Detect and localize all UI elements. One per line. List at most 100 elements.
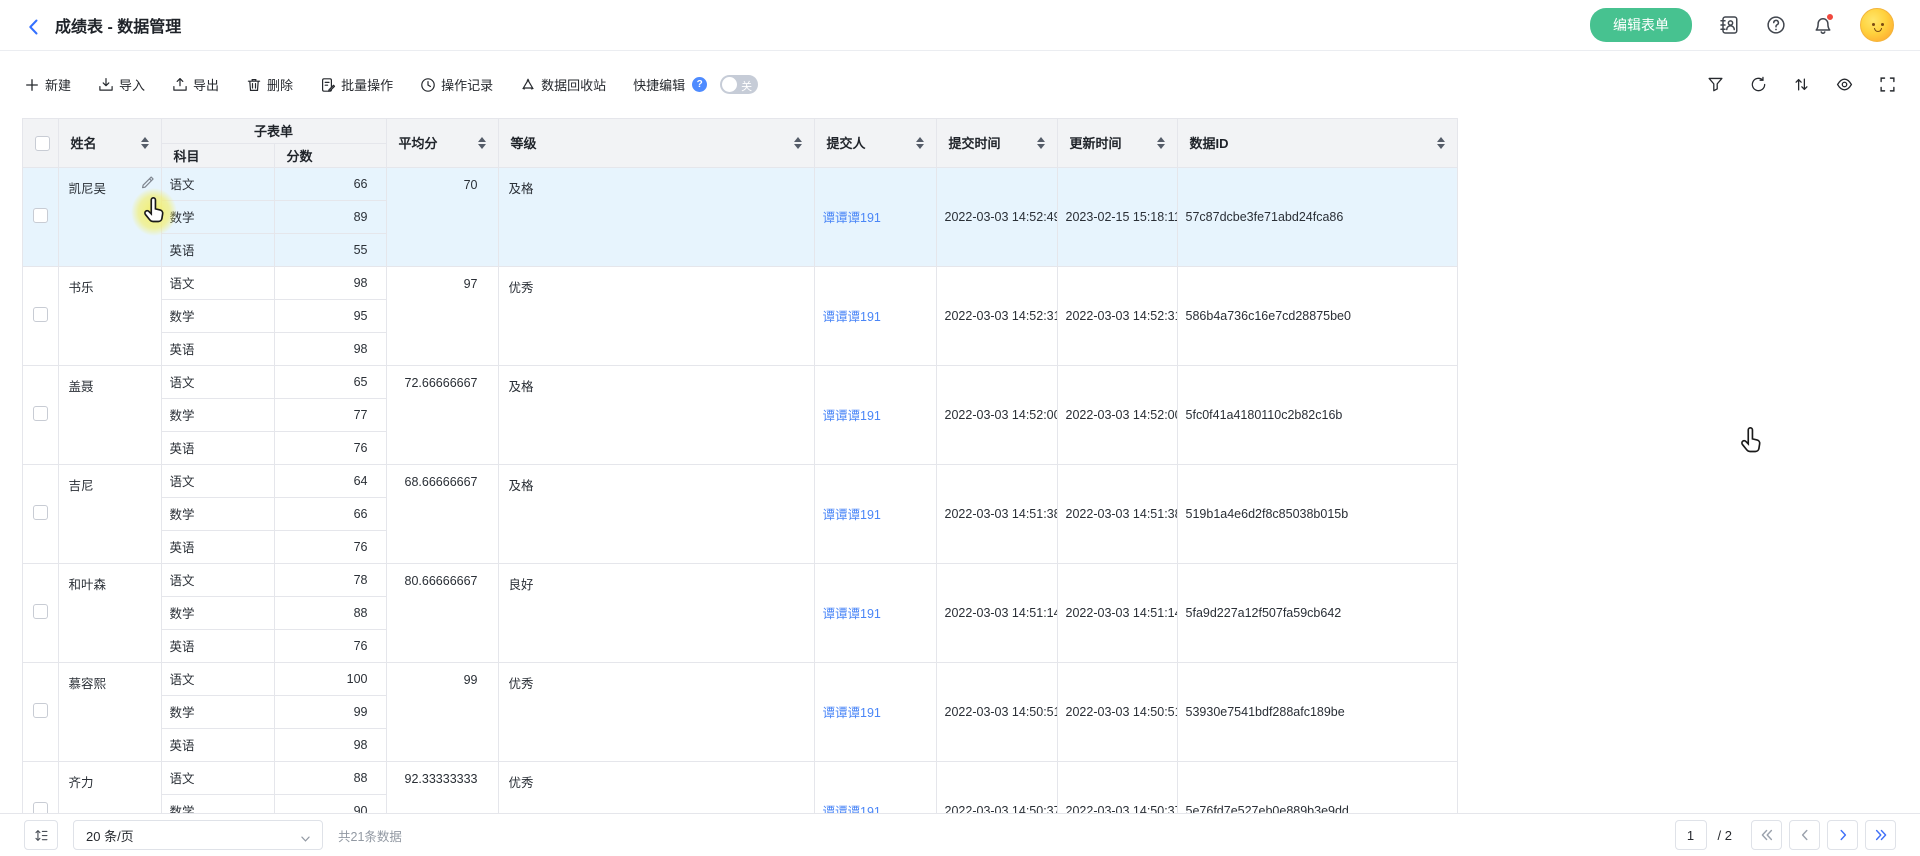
cell-score: 98: [274, 266, 386, 299]
page-size-select[interactable]: 20 条/页: [73, 820, 323, 850]
cell-subject: 数学: [161, 695, 274, 728]
plus-icon: [24, 77, 40, 93]
quick-edit-control: 快捷编辑 ? 关: [633, 75, 758, 94]
cell-average: 97: [386, 266, 498, 365]
submitter-link[interactable]: 谭谭谭191: [823, 607, 881, 621]
cell-grade: 优秀: [498, 761, 814, 813]
cell-subject: 英语: [161, 431, 274, 464]
header-subject[interactable]: 科目: [161, 143, 274, 167]
edit-form-button[interactable]: 编辑表单: [1590, 8, 1692, 42]
cell-submit-time: 2022-03-03 14:52:49: [936, 167, 1057, 266]
header-score[interactable]: 分数: [274, 143, 386, 167]
cell-subject: 数学: [161, 497, 274, 530]
back-icon[interactable]: [26, 17, 42, 34]
row-select-cell: [23, 464, 58, 563]
row-height-button[interactable]: [24, 820, 58, 850]
submitter-link[interactable]: 谭谭谭191: [823, 706, 881, 720]
cell-score: 95: [274, 299, 386, 332]
cell-subject: 语文: [161, 365, 274, 398]
row-checkbox[interactable]: [33, 505, 48, 520]
submitter-link[interactable]: 谭谭谭191: [823, 805, 881, 813]
cell-update-time: 2022-03-03 14:50:37: [1057, 761, 1177, 813]
submitter-link[interactable]: 谭谭谭191: [823, 211, 881, 225]
edit-pencil-icon[interactable]: [141, 175, 157, 191]
table-row[interactable]: 凯尼吴 语文 66 70 及格 谭谭谭191 2022-03-03 14:52:…: [23, 167, 1457, 200]
help-icon[interactable]: [1766, 15, 1786, 35]
cell-subject: 英语: [161, 332, 274, 365]
notification-bell-icon[interactable]: [1813, 15, 1833, 35]
export-button[interactable]: 导出: [172, 75, 219, 94]
cell-score: 98: [274, 728, 386, 761]
cell-grade: 及格: [498, 464, 814, 563]
cell-score: 76: [274, 530, 386, 563]
sort-icon[interactable]: [1793, 76, 1810, 93]
row-height-icon: [34, 828, 49, 843]
header-average[interactable]: 平均分: [386, 119, 498, 167]
sort-data-id-icon[interactable]: [1437, 137, 1445, 149]
cell-score: 66: [274, 497, 386, 530]
fullscreen-icon[interactable]: [1879, 76, 1896, 93]
batch-operate-button[interactable]: 批量操作: [320, 75, 393, 94]
first-page-button[interactable]: [1751, 820, 1782, 850]
table-row[interactable]: 慕容熙 语文 100 99 优秀 谭谭谭191 2022-03-03 14:50…: [23, 662, 1457, 695]
last-page-button[interactable]: [1865, 820, 1896, 850]
table-row[interactable]: 盖聂 语文 65 72.66666667 及格 谭谭谭191 2022-03-0…: [23, 365, 1457, 398]
new-button[interactable]: 新建: [24, 75, 71, 94]
quick-edit-toggle[interactable]: 关: [720, 75, 758, 94]
sort-name-icon[interactable]: [141, 137, 149, 149]
filter-icon[interactable]: [1707, 76, 1724, 93]
row-checkbox[interactable]: [33, 703, 48, 718]
operation-history-button[interactable]: 操作记录: [420, 75, 493, 94]
cell-update-time: 2022-03-03 14:51:38: [1057, 464, 1177, 563]
quick-edit-help-icon[interactable]: ?: [692, 77, 707, 92]
recycle-icon: [520, 77, 536, 93]
row-checkbox[interactable]: [33, 802, 48, 814]
table-row[interactable]: 齐力 语文 88 92.33333333 优秀 谭谭谭191 2022-03-0…: [23, 761, 1457, 794]
sort-average-icon[interactable]: [478, 137, 486, 149]
header-name[interactable]: 姓名: [58, 119, 161, 167]
page-number-input[interactable]: [1675, 820, 1707, 850]
prev-page-button[interactable]: [1789, 820, 1820, 850]
select-all-checkbox[interactable]: [35, 136, 50, 151]
next-page-button[interactable]: [1827, 820, 1858, 850]
table-row[interactable]: 和叶森 语文 78 80.66666667 良好 谭谭谭191 2022-03-…: [23, 563, 1457, 596]
cell-average: 80.66666667: [386, 563, 498, 662]
header-submitter[interactable]: 提交人: [814, 119, 936, 167]
header-submit-time[interactable]: 提交时间: [936, 119, 1057, 167]
notification-dot: [1826, 13, 1834, 21]
cell-submitter: 谭谭谭191: [814, 464, 936, 563]
eye-icon[interactable]: [1836, 76, 1853, 93]
sort-submit-time-icon[interactable]: [1037, 137, 1045, 149]
contacts-book-icon[interactable]: [1719, 15, 1739, 35]
row-checkbox[interactable]: [33, 208, 48, 223]
row-checkbox[interactable]: [33, 307, 48, 322]
row-checkbox[interactable]: [33, 406, 48, 421]
cursor-pointer-icon: [1740, 426, 1764, 458]
header-grade[interactable]: 等级: [498, 119, 814, 167]
cell-average: 68.66666667: [386, 464, 498, 563]
header-update-time[interactable]: 更新时间: [1057, 119, 1177, 167]
table-row[interactable]: 吉尼 语文 64 68.66666667 及格 谭谭谭191 2022-03-0…: [23, 464, 1457, 497]
import-button[interactable]: 导入: [98, 75, 145, 94]
table-row[interactable]: 书乐 语文 98 97 优秀 谭谭谭191 2022-03-03 14:52:3…: [23, 266, 1457, 299]
header-data-id[interactable]: 数据ID: [1177, 119, 1457, 167]
cell-name: 凯尼吴: [58, 167, 161, 266]
cell-subject: 语文: [161, 167, 274, 200]
refresh-icon[interactable]: [1750, 76, 1767, 93]
cell-subject: 语文: [161, 662, 274, 695]
cell-name: 书乐: [58, 266, 161, 365]
row-checkbox[interactable]: [33, 604, 48, 619]
submitter-link[interactable]: 谭谭谭191: [823, 409, 881, 423]
sort-submitter-icon[interactable]: [916, 137, 924, 149]
delete-button[interactable]: 删除: [246, 75, 293, 94]
submitter-link[interactable]: 谭谭谭191: [823, 508, 881, 522]
cell-subject: 英语: [161, 629, 274, 662]
sort-grade-icon[interactable]: [794, 137, 802, 149]
action-toolbar: 新建 导入 导出 删除 批量操作: [0, 52, 1920, 117]
avatar[interactable]: [1860, 8, 1894, 42]
submitter-link[interactable]: 谭谭谭191: [823, 310, 881, 324]
cell-data-id: 519b1a4e6d2f8c85038b015b: [1177, 464, 1457, 563]
recycle-bin-button[interactable]: 数据回收站: [520, 75, 606, 94]
sort-update-time-icon[interactable]: [1157, 137, 1165, 149]
cell-data-id: 5fa9d227a12f507fa59cb642: [1177, 563, 1457, 662]
